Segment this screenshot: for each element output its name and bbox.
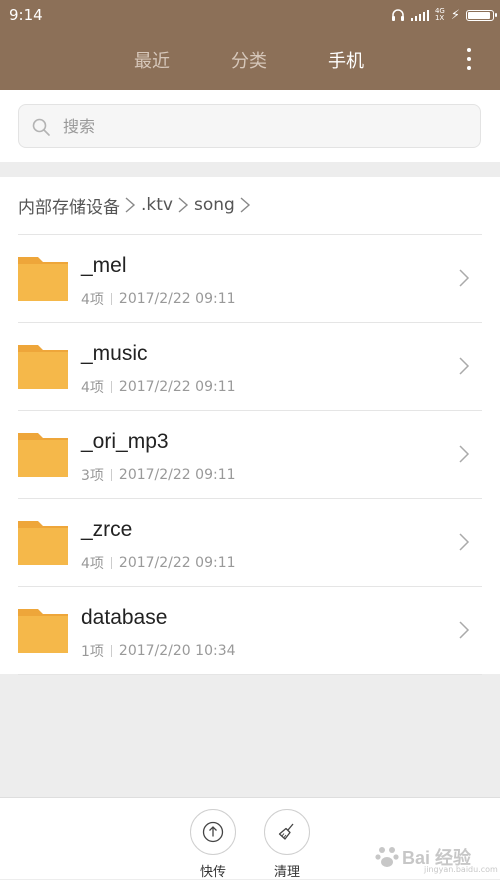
folder-icon <box>18 433 68 477</box>
list-item[interactable]: _music 4项 2017/2/22 09:11 <box>0 323 500 411</box>
modified-date: 2017/2/22 09:11 <box>118 467 236 483</box>
file-list: _mel 4项 2017/2/22 09:11 _music 4项 2017/2/2… <box>0 235 500 675</box>
folder-icon <box>18 609 68 653</box>
item-count: 4项 <box>81 292 104 308</box>
quick-transfer-label: 快传 <box>199 865 226 880</box>
breadcrumb: 内部存储设备 .ktv song <box>18 193 256 218</box>
network-type-bottom: 1X <box>434 14 445 22</box>
headphone-icon <box>391 9 404 21</box>
file-name: _zrce <box>81 518 133 541</box>
tab-bar: 最近 分类 手机 <box>0 30 500 90</box>
search-input[interactable] <box>63 105 463 147</box>
chevron-right-icon <box>178 197 189 213</box>
list-item[interactable]: database 1项 2017/2/20 10:34 <box>0 587 500 675</box>
file-name: _ori_mp3 <box>81 430 169 453</box>
broom-icon <box>278 823 294 840</box>
status-bar: 9:14 4G 1X ⚡ <box>0 0 500 30</box>
quick-transfer-circle[interactable] <box>190 809 236 855</box>
more-menu-icon[interactable] <box>466 48 472 70</box>
file-meta: 4项 2017/2/22 09:11 <box>81 377 236 397</box>
breadcrumb-item-song[interactable]: song <box>194 195 235 215</box>
signal-icon <box>410 9 429 21</box>
search-icon <box>32 118 50 136</box>
chevron-right-icon <box>125 197 136 213</box>
list-item[interactable]: _mel 4项 2017/2/22 09:11 <box>0 235 500 323</box>
file-browser: 内部存储设备 .ktv song _mel 4项 2017/2/22 09:11 … <box>0 177 500 675</box>
bottom-action-bar: 快传 清理 Bai 经验 jingyan.baidu.com <box>0 797 500 880</box>
item-count: 4项 <box>81 380 104 396</box>
clean-circle[interactable] <box>264 809 310 855</box>
modified-date: 2017/2/22 09:11 <box>118 291 236 307</box>
battery-icon <box>466 9 497 21</box>
chevron-right-icon <box>240 197 250 213</box>
modified-date: 2017/2/20 10:34 <box>118 643 236 659</box>
list-item[interactable]: _ori_mp3 3项 2017/2/22 09:11 <box>0 411 500 499</box>
quick-transfer-button[interactable]: 快传 <box>183 809 243 880</box>
chevron-right-icon <box>459 533 470 551</box>
chevron-right-icon <box>459 621 470 639</box>
file-meta: 3项 2017/2/22 09:11 <box>81 465 236 485</box>
upload-icon <box>202 821 224 843</box>
status-time: 9:14 <box>9 6 43 24</box>
chevron-right-icon <box>459 269 470 287</box>
baidu-watermark: Bai 经验 jingyan.baidu.com <box>372 841 498 875</box>
tab-recent[interactable]: 最近 <box>134 47 170 73</box>
folder-icon <box>18 257 68 301</box>
modified-date: 2017/2/22 09:11 <box>118 379 236 395</box>
breadcrumb-item-internal-storage[interactable]: 内部存储设备 <box>18 193 120 218</box>
item-count: 3项 <box>81 468 104 484</box>
search-section <box>0 90 500 162</box>
clean-button[interactable]: 清理 <box>257 809 317 880</box>
item-count: 4项 <box>81 556 104 572</box>
file-meta: 4项 2017/2/22 09:11 <box>81 289 236 309</box>
watermark-url: jingyan.baidu.com <box>424 865 498 874</box>
list-item[interactable]: _zrce 4项 2017/2/22 09:11 <box>0 499 500 587</box>
charging-icon: ⚡ <box>450 7 460 23</box>
battery-level <box>468 11 490 19</box>
search-box[interactable] <box>18 104 481 148</box>
modified-date: 2017/2/22 09:11 <box>118 555 236 571</box>
file-name: _mel <box>81 254 127 277</box>
breadcrumb-item-ktv[interactable]: .ktv <box>141 195 173 215</box>
clean-label: 清理 <box>273 865 300 880</box>
file-meta: 4项 2017/2/22 09:11 <box>81 553 236 573</box>
file-meta: 1项 2017/2/20 10:34 <box>81 641 236 661</box>
chevron-right-icon <box>459 357 470 375</box>
paw-icon <box>375 847 399 867</box>
file-name: database <box>81 606 168 629</box>
tab-phone[interactable]: 手机 <box>328 47 364 73</box>
file-name: _music <box>81 342 148 365</box>
status-icons: 4G 1X ⚡ <box>391 6 497 24</box>
tab-category[interactable]: 分类 <box>231 47 267 73</box>
item-count: 1项 <box>81 644 104 660</box>
network-type: 4G 1X <box>435 8 445 22</box>
folder-icon <box>18 521 68 565</box>
chevron-right-icon <box>459 445 470 463</box>
folder-icon <box>18 345 68 389</box>
